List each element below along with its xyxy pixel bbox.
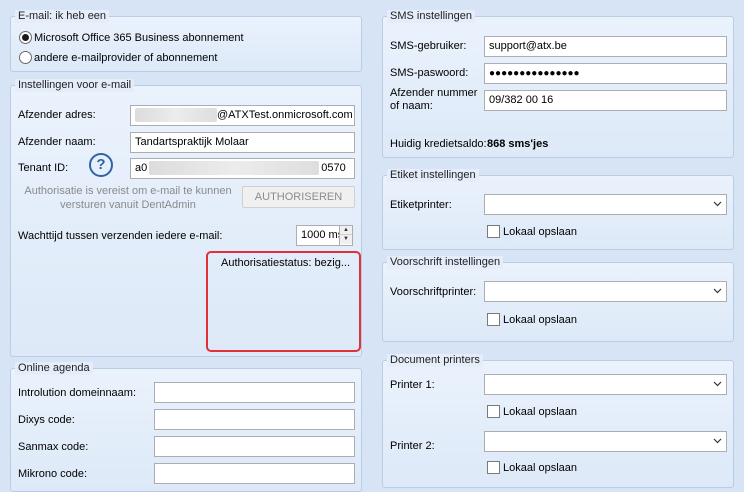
sender-number-input[interactable]: 09/382 00 16	[484, 90, 727, 111]
introlution-label: Introlution domeinnaam:	[18, 387, 137, 399]
mikrono-input[interactable]	[154, 463, 355, 484]
help-icon-glyph: ?	[96, 156, 106, 173]
online-agenda-title: Online agenda	[15, 362, 93, 375]
prescription-settings-group: Voorschrift instellingen Voorschriftprin…	[382, 256, 734, 342]
tenant-id-label: Tenant ID:	[18, 162, 69, 174]
auth-note-line2: versturen vanuit DentAdmin	[60, 199, 196, 211]
prescription-printer-select[interactable]	[484, 281, 727, 302]
label-local-save-label[interactable]: Lokaal opslaan	[503, 225, 577, 239]
auth-note-line1: Authorisatie is vereist om e-mail te kun…	[24, 185, 232, 197]
email-settings-group: Instellingen voor e-mail Afzender adres:…	[10, 79, 362, 357]
radio-office365-label[interactable]: Microsoft Office 365 Business abonnement	[34, 31, 244, 45]
sms-password-label: SMS-paswoord:	[390, 67, 469, 79]
printer1-local-save-checkbox[interactable]	[487, 405, 500, 418]
sender-address-input[interactable]: @ATXTest.onmicrosoft.com	[130, 105, 355, 126]
sms-settings-title: SMS instellingen	[387, 10, 475, 23]
auth-status-text: Authorisatiestatus: bezig...	[221, 257, 351, 269]
authorize-button[interactable]: AUTHORISEREN	[242, 186, 355, 208]
sms-password-input[interactable]: ●●●●●●●●●●●●●●●	[484, 63, 727, 84]
printer1-local-save-label[interactable]: Lokaal opslaan	[503, 405, 577, 419]
tenant-id-input[interactable]: a0 0570	[130, 158, 355, 179]
spin-down-icon[interactable]: ▼	[340, 235, 352, 244]
printer1-select[interactable]	[484, 374, 727, 395]
sanmax-input[interactable]	[154, 436, 355, 457]
label-settings-title: Etiket instellingen	[387, 169, 479, 182]
chevron-down-icon	[713, 201, 722, 207]
wait-time-spinner[interactable]: ▲ ▼	[339, 226, 352, 245]
sender-address-domain: @ATXTest.onmicrosoft.com	[217, 109, 353, 121]
label-printer-select[interactable]	[484, 194, 727, 215]
redacted-address	[135, 108, 217, 123]
radio-other-provider-label[interactable]: andere e-mailprovider of abonnement	[34, 51, 217, 65]
prescription-local-save-checkbox[interactable]	[487, 313, 500, 326]
email-settings-title: Instellingen voor e-mail	[15, 79, 135, 92]
printer2-label: Printer 2:	[390, 440, 435, 452]
radio-office365[interactable]	[19, 31, 32, 44]
mikrono-label: Mikrono code:	[18, 468, 88, 480]
sender-name-input[interactable]: Tandartspraktijk Molaar	[130, 132, 355, 153]
label-printer-label: Etiketprinter:	[390, 199, 452, 211]
wait-time-value: 1000 ms	[301, 229, 344, 241]
dixys-label: Dixys code:	[18, 414, 75, 426]
sms-settings-group: SMS instellingen SMS-gebruiker: support@…	[382, 10, 734, 158]
help-icon[interactable]: ?	[89, 153, 113, 177]
redacted-tenant	[149, 161, 320, 176]
email-provider-title: E-mail: ik heb een	[15, 10, 110, 23]
chevron-down-icon	[713, 288, 722, 294]
tenant-id-suffix: 0570	[321, 162, 346, 174]
sender-name-label: Afzender naam:	[18, 136, 96, 148]
chevron-down-icon	[713, 381, 722, 387]
spin-up-icon[interactable]: ▲	[340, 226, 352, 235]
sender-address-label: Afzender adres:	[18, 109, 96, 121]
printer2-local-save-label[interactable]: Lokaal opslaan	[503, 461, 577, 475]
label-local-save-checkbox[interactable]	[487, 225, 500, 238]
credit-value: 868 sms'jes	[487, 138, 549, 150]
radio-other-provider[interactable]	[19, 51, 32, 64]
sender-number-label-line1: Afzender nummer	[390, 87, 478, 99]
credit-label: Huidig kredietsaldo:	[390, 138, 487, 150]
printer1-label: Printer 1:	[390, 379, 435, 391]
document-printers-group: Document printers Printer 1: Lokaal opsl…	[382, 354, 734, 488]
tenant-id-prefix: a0	[135, 162, 148, 174]
prescription-settings-title: Voorschrift instellingen	[387, 256, 504, 269]
chevron-down-icon	[713, 438, 722, 444]
wait-time-label: Wachttijd tussen verzenden iedere e-mail…	[18, 230, 223, 242]
document-printers-title: Document printers	[387, 354, 483, 367]
sanmax-label: Sanmax code:	[18, 441, 89, 453]
introlution-input[interactable]	[154, 382, 355, 403]
dixys-input[interactable]	[154, 409, 355, 430]
printer2-select[interactable]	[484, 431, 727, 452]
sms-user-input[interactable]: support@atx.be	[484, 36, 727, 57]
prescription-local-save-label[interactable]: Lokaal opslaan	[503, 313, 577, 327]
online-agenda-group: Online agenda Introlution domeinnaam: Di…	[10, 362, 362, 492]
prescription-printer-label: Voorschriftprinter:	[390, 286, 477, 298]
email-provider-group: E-mail: ik heb een Microsoft Office 365 …	[10, 10, 362, 72]
printer2-local-save-checkbox[interactable]	[487, 461, 500, 474]
label-settings-group: Etiket instellingen Etiketprinter: Lokaa…	[382, 169, 734, 250]
sms-user-label: SMS-gebruiker:	[390, 40, 467, 52]
wait-time-input[interactable]: 1000 ms ▲ ▼	[296, 225, 353, 246]
sender-number-label-line2: of naam:	[390, 100, 433, 112]
